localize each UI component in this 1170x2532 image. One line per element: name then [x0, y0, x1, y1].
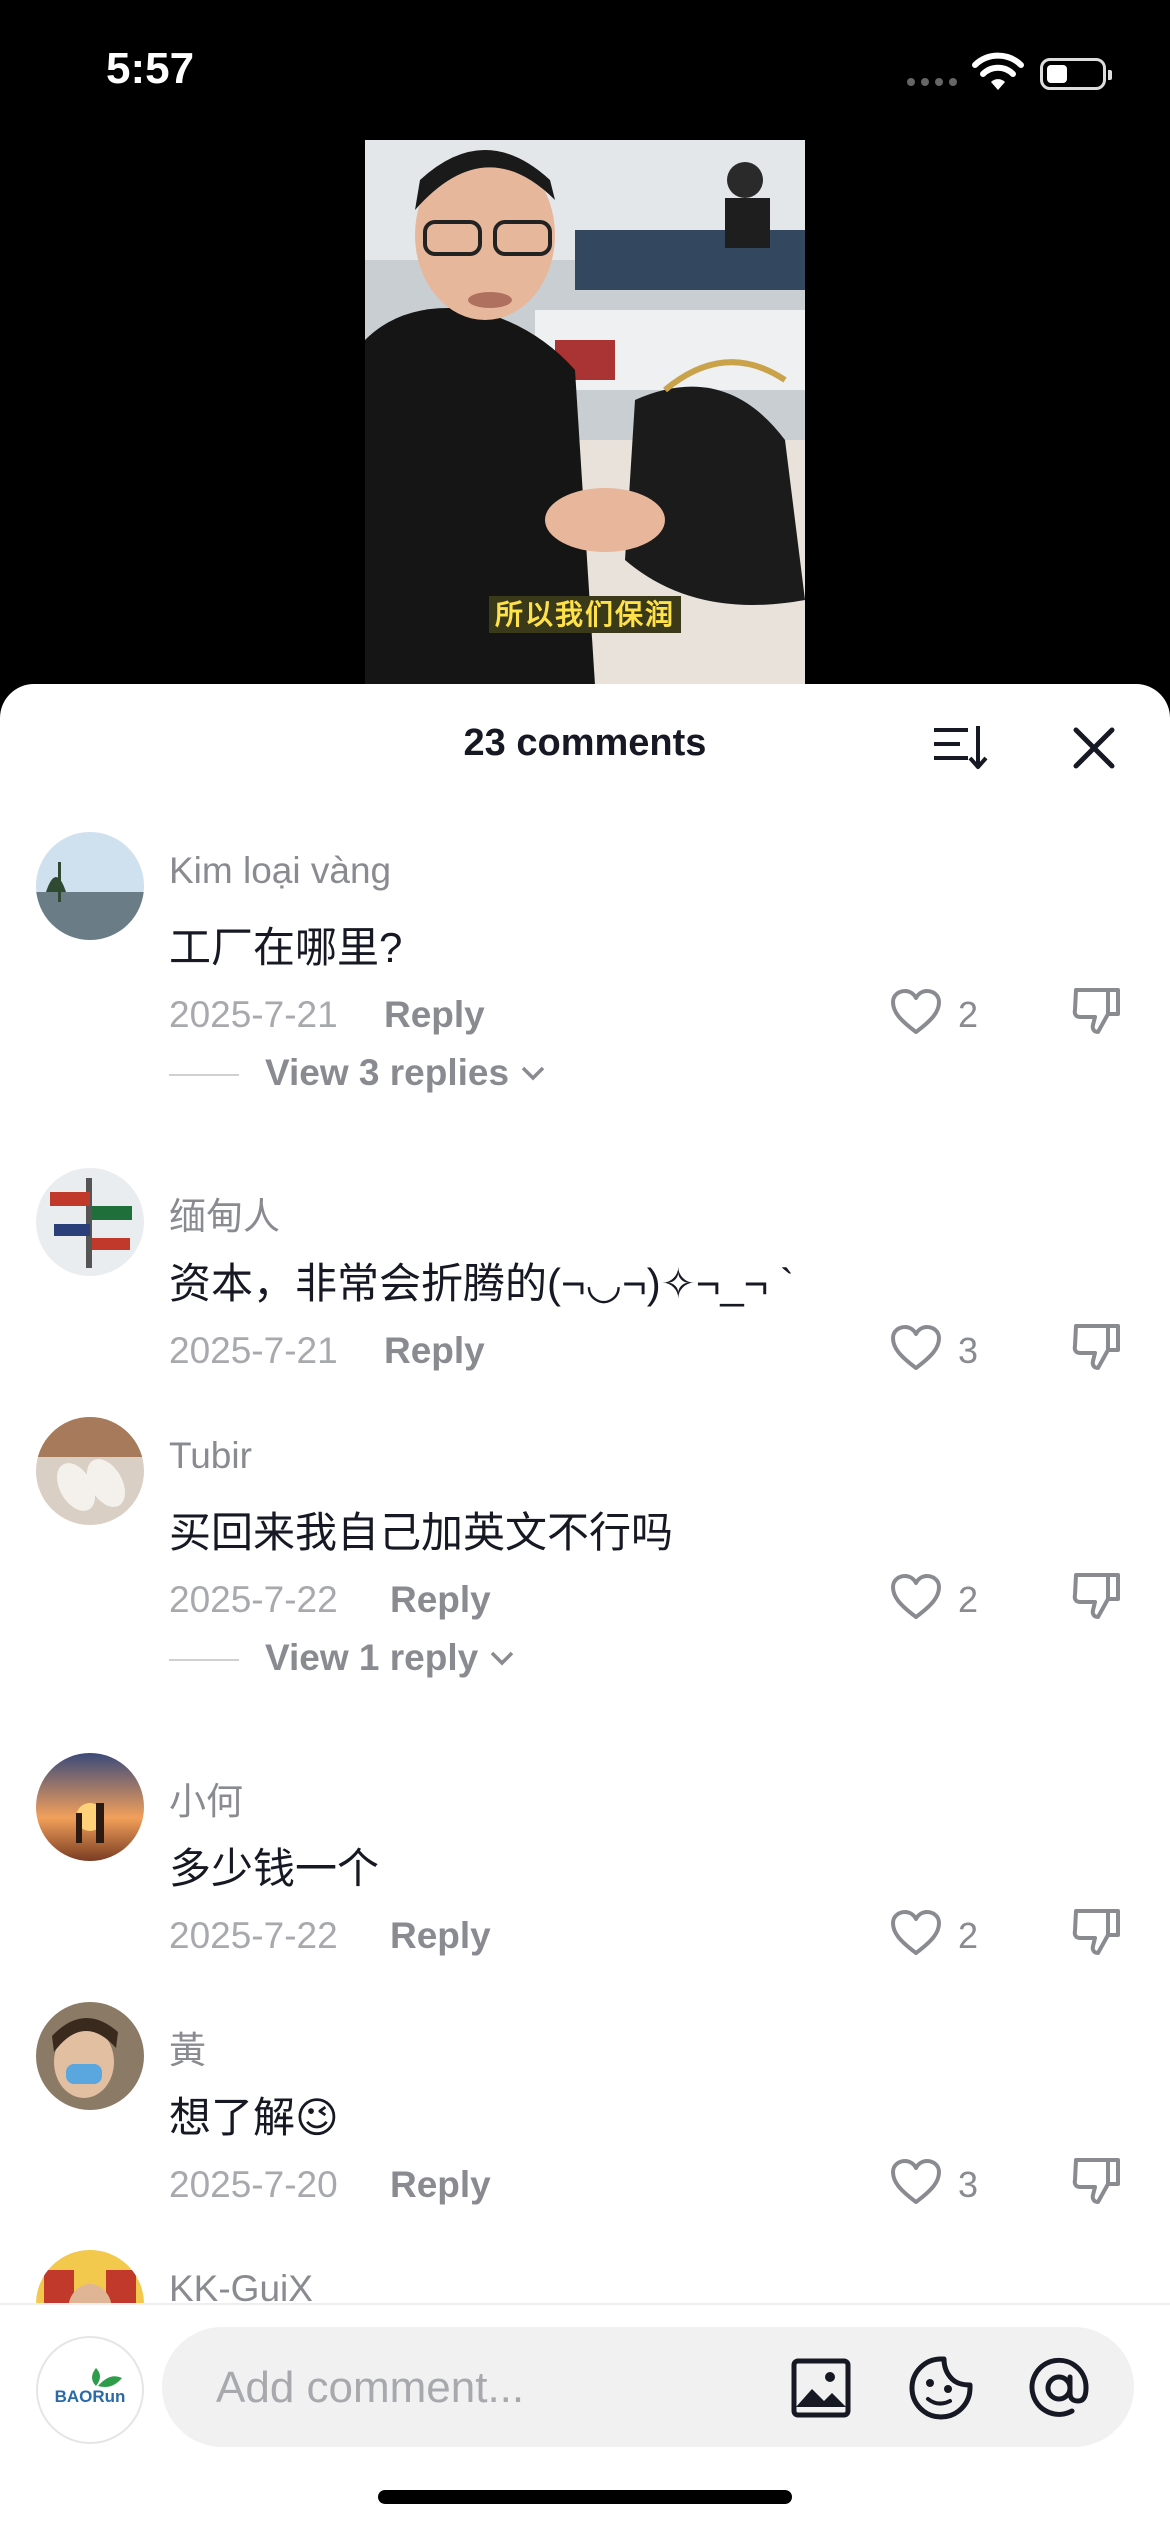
- signal-icon: [907, 78, 957, 86]
- mention-icon[interactable]: [1026, 2355, 1092, 2421]
- dislike-icon[interactable]: [1070, 1320, 1124, 1374]
- avatar-image: [36, 1417, 144, 1525]
- heart-icon[interactable]: [890, 1324, 942, 1372]
- comment-date: 2025-7-21: [169, 1330, 338, 1371]
- comment-input-container[interactable]: [162, 2327, 1134, 2449]
- comment-username[interactable]: 小何: [169, 1771, 243, 1825]
- chevron-down-icon: [490, 1651, 514, 1666]
- avatar-image: [36, 832, 144, 940]
- heart-icon[interactable]: [890, 1909, 942, 1957]
- comment-date: 2025-7-22: [169, 1915, 338, 1956]
- avatar-image: [36, 2002, 144, 2110]
- sort-icon[interactable]: [930, 720, 990, 776]
- comment-text: 想了解😉: [169, 2094, 339, 2141]
- avatar[interactable]: [36, 1417, 144, 1525]
- avatar[interactable]: [36, 1753, 144, 1861]
- dislike-icon[interactable]: [1070, 984, 1124, 1038]
- sticker-icon[interactable]: [908, 2355, 974, 2421]
- view-replies-button[interactable]: View 3 replies: [265, 1052, 547, 1094]
- wifi-icon: [972, 52, 1024, 90]
- divider: [0, 2303, 1170, 2305]
- status-time: 5:57: [106, 44, 195, 93]
- image-icon[interactable]: [790, 2357, 852, 2419]
- baorun-logo: BAORun: [55, 2368, 126, 2406]
- comment-username[interactable]: 缅甸人: [169, 1186, 280, 1240]
- like-count: 2: [958, 994, 979, 1035]
- comment-text: 资本，非常会折腾的(¬◡¬)✧¬_¬ `: [169, 1260, 794, 1307]
- avatar-image: [36, 1168, 144, 1276]
- avatar[interactable]: [36, 2002, 144, 2110]
- comment-date: 2025-7-20: [169, 2164, 338, 2205]
- heart-icon[interactable]: [890, 988, 942, 1036]
- svg-text:BAORun: BAORun: [55, 2387, 126, 2406]
- chevron-down-icon: [521, 1066, 545, 1081]
- dislike-icon[interactable]: [1070, 2154, 1124, 2208]
- like-count: 2: [958, 1579, 979, 1620]
- reply-button[interactable]: Reply: [384, 1330, 485, 1372]
- reply-button[interactable]: Reply: [384, 994, 485, 1036]
- divider: [169, 1659, 239, 1661]
- video-subtitle: 所以我们保润: [365, 593, 805, 633]
- dislike-icon[interactable]: [1070, 1569, 1124, 1623]
- comment-text: 多少钱一个: [169, 1845, 380, 1892]
- heart-icon[interactable]: [890, 1573, 942, 1621]
- like-count: 2: [958, 1915, 979, 1956]
- comment-username[interactable]: 黃: [169, 2020, 206, 2074]
- avatar-image: [36, 1753, 144, 1861]
- comments-sheet: 23 comments Kim loại vàng 工厂在哪里? 2025-7-…: [0, 684, 1170, 2532]
- avatar[interactable]: [36, 832, 144, 940]
- reply-button[interactable]: Reply: [390, 2164, 491, 2206]
- comment-username[interactable]: Tubir: [169, 1435, 252, 1477]
- comment-username[interactable]: Kim loại vàng: [169, 850, 391, 892]
- divider: [169, 1074, 239, 1076]
- video-player[interactable]: 所以我们保润: [365, 140, 805, 685]
- heart-icon[interactable]: [890, 2158, 942, 2206]
- comment-date: 2025-7-22: [169, 1579, 338, 1620]
- my-avatar[interactable]: BAORun: [36, 2336, 144, 2444]
- comment-text: 买回来我自己加英文不行吗: [169, 1509, 674, 1556]
- comment-text: 工厂在哪里?: [169, 924, 403, 971]
- view-replies-button[interactable]: View 1 reply: [265, 1637, 516, 1679]
- view-replies-label: View 3 replies: [265, 1052, 510, 1093]
- dislike-icon[interactable]: [1070, 1905, 1124, 1959]
- comments-title: 23 comments: [463, 722, 707, 764]
- reply-button[interactable]: Reply: [390, 1915, 491, 1957]
- close-icon[interactable]: [1066, 720, 1122, 776]
- comment-date: 2025-7-21: [169, 994, 338, 1035]
- like-count: 3: [958, 2164, 979, 2205]
- comment-input[interactable]: [214, 2327, 818, 2449]
- reply-button[interactable]: Reply: [390, 1579, 491, 1621]
- view-replies-label: View 1 reply: [265, 1637, 479, 1678]
- like-count: 3: [958, 1330, 979, 1371]
- avatar[interactable]: [36, 1168, 144, 1276]
- home-indicator: [378, 2490, 792, 2504]
- battery-icon: [1040, 58, 1112, 90]
